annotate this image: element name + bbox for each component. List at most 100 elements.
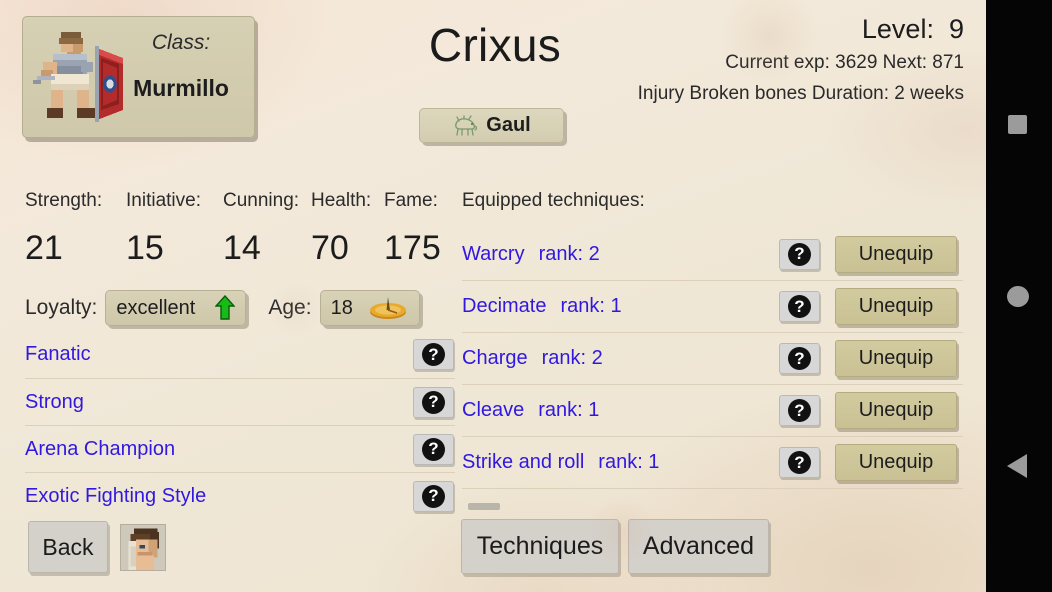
stat-header-cunning: Cunning:: [223, 190, 300, 211]
technique-row[interactable]: Strike and roll rank: 1 ? Unequip: [462, 436, 963, 488]
unequip-button[interactable]: Unequip: [835, 444, 957, 481]
class-card: Class: Murmillo: [22, 16, 255, 138]
technique-row[interactable]: Charge rank: 2 ? Unequip: [462, 332, 963, 384]
question-mark-icon: ?: [422, 343, 445, 366]
technique-row[interactable]: Cleave rank: 1 ? Unequip: [462, 384, 963, 436]
back-button[interactable]: Back: [28, 521, 108, 573]
techniques-label: Techniques: [476, 532, 604, 560]
loyalty-value: excellent: [116, 296, 196, 319]
character-name: Crixus: [428, 19, 562, 71]
portrait-button[interactable]: [120, 524, 166, 571]
technique-help-button[interactable]: ?: [779, 395, 820, 426]
injury-line: Injury Broken bones Duration: 2 weeks: [637, 83, 964, 104]
unequip-label: Unequip: [858, 295, 934, 317]
question-mark-icon: ?: [788, 242, 811, 266]
murmillo-gladiator-sprite: [33, 32, 123, 122]
green-up-arrow-icon: [215, 295, 236, 320]
technique-rank: rank: 2: [541, 347, 603, 369]
advanced-button[interactable]: Advanced: [628, 519, 769, 574]
trait-name: Arena Champion: [25, 437, 176, 460]
level-value: 9: [948, 14, 964, 44]
question-mark-icon: ?: [788, 451, 811, 474]
stat-value-strength: 21: [25, 229, 63, 267]
question-mark-icon: ?: [788, 347, 811, 370]
stats-headers: Strength: Initiative: Cunning: Health: F…: [25, 190, 444, 212]
gaul-boar-icon: [455, 114, 478, 136]
loyalty-label: Loyalty:: [25, 296, 98, 319]
unequip-button[interactable]: Unequip: [835, 288, 957, 325]
unequip-label: Unequip: [858, 451, 934, 473]
unequip-label: Unequip: [858, 242, 934, 265]
sundial-icon: [369, 297, 406, 319]
advanced-label: Advanced: [642, 532, 755, 560]
stat-header-health: Health:: [311, 190, 372, 211]
system-navigation-bar: [986, 0, 1052, 592]
technique-help-button[interactable]: ?: [779, 343, 820, 374]
level-label: Level:: [861, 14, 934, 44]
scroll-nub: [468, 503, 500, 510]
technique-help-button[interactable]: ?: [779, 238, 820, 270]
unequip-label: Unequip: [858, 347, 934, 369]
age-value: 18: [330, 296, 353, 319]
technique-rank: rank: 1: [538, 399, 600, 421]
trait-name: Strong: [25, 390, 84, 413]
trait-help-button[interactable]: ?: [413, 386, 454, 418]
experience-line: Current exp: 3629 Next: 871: [725, 52, 964, 73]
trait-row[interactable]: Arena Champion ?: [25, 425, 455, 472]
trait-help-button[interactable]: ?: [413, 339, 454, 370]
stat-value-cunning: 14: [223, 229, 261, 267]
unequip-button[interactable]: Unequip: [835, 392, 957, 429]
trait-row[interactable]: Strong ?: [25, 378, 455, 425]
class-label: Class:: [151, 31, 211, 54]
technique-name: Charge: [462, 347, 528, 369]
unequip-button[interactable]: Unequip: [835, 235, 957, 273]
technique-name: Strike and roll: [462, 451, 585, 473]
circle-home-icon: [1007, 286, 1029, 307]
recents-button[interactable]: [986, 101, 1052, 147]
class-value: Murmillo: [133, 75, 229, 101]
square-recents-icon: [1008, 115, 1027, 134]
technique-list-bottom-divider: [462, 488, 963, 489]
technique-rank: rank: 1: [560, 295, 622, 317]
trait-help-button[interactable]: ?: [413, 480, 454, 512]
back-label: Back: [42, 533, 94, 560]
game-screen: Class: Murmillo Crixus Gaul Level: 9 Cur…: [0, 0, 986, 592]
age-label: Age:: [268, 296, 312, 319]
trait-row[interactable]: Fanatic ?: [25, 331, 455, 378]
trait-row[interactable]: Exotic Fighting Style ?: [25, 472, 455, 519]
origin-button[interactable]: Gaul: [419, 108, 564, 143]
technique-row[interactable]: Warcry rank: 2 ? Unequip: [462, 228, 963, 280]
question-mark-icon: ?: [788, 399, 811, 422]
trait-name: Fanatic: [25, 343, 91, 365]
stat-value-health: 70: [311, 229, 349, 267]
technique-help-button[interactable]: ?: [779, 291, 820, 322]
technique-help-button[interactable]: ?: [779, 447, 820, 478]
technique-name: Cleave: [462, 399, 525, 421]
home-button[interactable]: [986, 274, 1052, 320]
age-pill[interactable]: 18: [319, 290, 420, 326]
question-mark-icon: ?: [422, 484, 445, 508]
stats-values: 21 15 14 70 175: [25, 229, 444, 268]
stat-value-fame: 175: [384, 229, 441, 267]
back-nav-button[interactable]: [986, 443, 1052, 489]
unequip-button[interactable]: Unequip: [835, 340, 957, 377]
trait-name: Exotic Fighting Style: [25, 484, 207, 507]
unequip-label: Unequip: [858, 399, 934, 421]
technique-name: Warcry: [462, 242, 525, 265]
technique-name: Decimate: [462, 295, 547, 317]
loyalty-age-row: Loyalty: excellent Age: 18: [25, 290, 420, 326]
techniques-button[interactable]: Techniques: [461, 519, 619, 574]
stat-header-strength: Strength:: [25, 190, 103, 211]
level-line: Level: 9: [638, 14, 964, 45]
triangle-back-icon: [1007, 454, 1027, 478]
question-mark-icon: ?: [788, 295, 811, 318]
stat-value-initiative: 15: [126, 229, 164, 267]
equipped-techniques-header: Equipped techniques:: [462, 190, 645, 211]
technique-rank: rank: 1: [598, 451, 660, 473]
loyalty-pill[interactable]: excellent: [105, 290, 247, 326]
stat-header-fame: Fame:: [384, 190, 438, 211]
trait-help-button[interactable]: ?: [413, 433, 454, 465]
question-mark-icon: ?: [422, 390, 445, 414]
technique-row[interactable]: Decimate rank: 1 ? Unequip: [462, 280, 963, 332]
question-mark-icon: ?: [422, 437, 445, 461]
